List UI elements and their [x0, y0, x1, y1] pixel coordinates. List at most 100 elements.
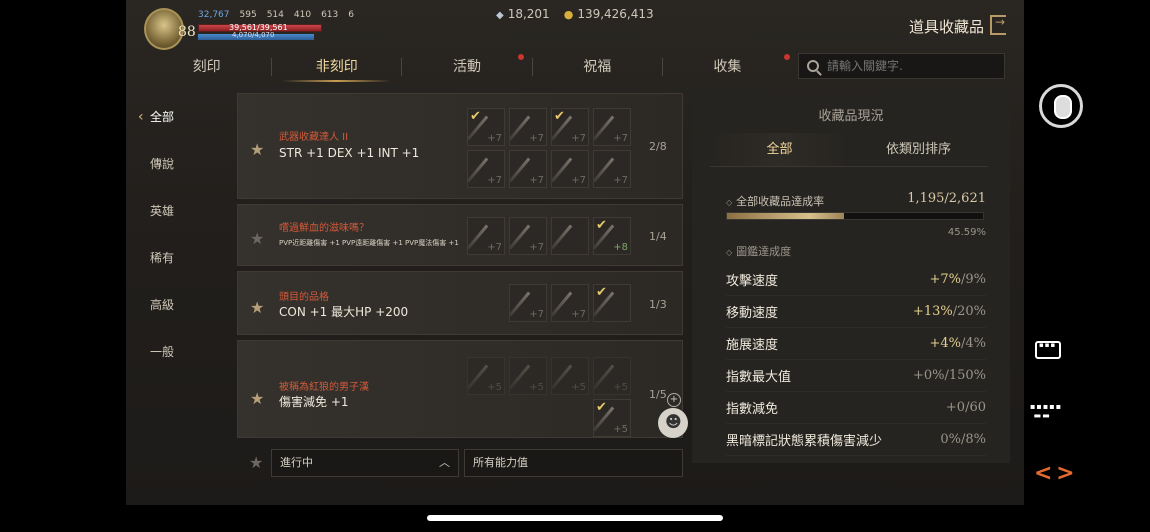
stat-value: +0/60 [945, 400, 986, 415]
collection-count: 2/8 [649, 140, 667, 153]
collection-card[interactable]: ★ 頭目的品格 CON +1 最大HP +200 1/3 +7 +7 ✔ [237, 271, 683, 335]
stat-value: 0%/8% [940, 432, 986, 447]
exit-icon[interactable] [990, 15, 1006, 35]
favorite-filter-star-icon[interactable]: ★ [249, 453, 263, 472]
collection-effect: CON +1 最大HP +200 [279, 305, 409, 319]
mp-bar: 4,070/4,070 [198, 31, 314, 40]
collection-card[interactable]: ★ 嚐過鮮血的滋味嗎？ PVP近距離傷害 +1 PVP遠距離傷害 +1 PVP魔… [237, 204, 683, 266]
collection-card[interactable]: ★ 武器收藏達人 II STR +1 DEX +1 INT +1 2/8 ✔ +7… [237, 93, 683, 199]
stat-value: 6 [348, 10, 354, 20]
gem-count: 18,201 [496, 7, 550, 21]
tab-non-engraved[interactable]: 非刻印 [272, 52, 401, 82]
stat-dropdown[interactable]: 所有能力值 [464, 449, 683, 477]
tab-engraved[interactable]: 刻印 [142, 52, 271, 82]
item-slot[interactable]: +7 [592, 150, 631, 188]
item-slot[interactable]: +7 [508, 150, 547, 188]
tab-collect[interactable]: 收集 [663, 52, 792, 82]
item-slot[interactable]: +7 [508, 284, 547, 322]
character-level: 88 [178, 24, 196, 40]
home-indicator[interactable] [427, 515, 723, 521]
filter-legendary[interactable]: 傳說 [126, 142, 226, 189]
collection-list: ★ 武器收藏達人 II STR +1 DEX +1 INT +1 2/8 ✔ +7… [237, 93, 683, 438]
codex-stat-row: 黑暗標記狀態累積傷害減少 0%/8% [726, 424, 986, 456]
tab-blessing[interactable]: 祝福 [533, 52, 662, 82]
item-slot[interactable]: +7 [466, 150, 505, 188]
page-title: 道具收藏品 [908, 18, 984, 36]
item-slot[interactable]: +7 [508, 217, 547, 255]
codex-stat-row: 指數最大值 +0%/150% [726, 360, 986, 392]
tab-by-category[interactable]: 依類別排序 [849, 133, 988, 166]
collection-name: 頭目的品格 [279, 292, 329, 303]
filter-normal[interactable]: 一般 [126, 330, 226, 377]
item-slot[interactable]: ✔ +7 [466, 108, 505, 146]
search-input[interactable] [827, 59, 987, 73]
collection-count: 1/5 [649, 388, 667, 401]
item-slot[interactable]: +5 [508, 357, 547, 395]
item-slot[interactable]: +5 [550, 357, 589, 395]
item-slot[interactable]: +7 [466, 217, 505, 255]
completion-rate-label: 全部收藏品達成率 [726, 193, 824, 209]
collection-status-panel: 收藏品現況 全部 依類別排序 全部收藏品達成率 1,195/2,621 45.5… [692, 93, 1010, 463]
currency-display: 18,201 139,426,413 [496, 7, 654, 21]
collection-effect: STR +1 DEX +1 INT +1 [279, 146, 420, 160]
item-slot[interactable]: +7 [550, 284, 589, 322]
tab-event[interactable]: 活動 [402, 52, 531, 82]
favorite-star-icon[interactable]: ★ [250, 389, 264, 408]
item-slot[interactable]: ✔ +7 [550, 108, 589, 146]
tab-all[interactable]: 全部 [710, 133, 849, 166]
chat-bubble-icon[interactable] [658, 408, 688, 438]
favorite-star-icon[interactable]: ★ [250, 298, 264, 317]
stat-value: +4%/4% [929, 336, 986, 351]
item-slot[interactable]: +7 [592, 108, 631, 146]
stat-value: 32,767 [198, 10, 230, 20]
panel-tabs: 全部 依類別排序 [710, 133, 988, 167]
collection-effect: PVP近距離傷害 +1 PVP遠距離傷害 +1 PVP魔法傷害 +1 [279, 239, 459, 247]
notification-dot [517, 54, 524, 60]
notification-dot [784, 54, 791, 60]
stat-value: 410 [293, 10, 312, 20]
item-slot[interactable]: +7 [508, 108, 547, 146]
stat-dropdown-value: 所有能力值 [473, 456, 528, 469]
stat-label: 施展速度 [726, 338, 779, 353]
stat-label: 指數最大值 [726, 370, 792, 385]
category-tabs: 刻印 非刻印 活動 祝福 收集 [142, 52, 792, 82]
top-hud: 88 32,767 595 514 410 613 6 39,561/39,56… [126, 0, 1024, 52]
search-box[interactable] [798, 53, 1005, 79]
filter-rare[interactable]: 稀有 [126, 236, 226, 283]
keyboard-icon[interactable] [1035, 341, 1061, 359]
filter-all[interactable]: 全部 [126, 95, 226, 142]
item-slot[interactable]: +5 [466, 357, 505, 395]
codex-stat-row: 指數減免 +0/60 [726, 392, 986, 424]
item-slot[interactable]: ✔ [592, 284, 631, 322]
favorite-star-icon[interactable]: ★ [250, 229, 264, 248]
completion-rate-value: 1,195/2,621 [907, 191, 986, 206]
collection-name: 嚐過鮮血的滋味嗎？ [279, 223, 369, 234]
codex-stat-row: 攻擊速度 +7%/9% [726, 264, 986, 296]
collection-card[interactable]: ★ 被稱為紅狼的男子漢 傷害減免 +1 1/5 +5 +5 +5 +5 ✔ +5 [237, 340, 683, 438]
coin-count: 139,426,413 [564, 7, 653, 21]
favorite-star-icon[interactable]: ★ [250, 140, 264, 159]
stat-label: 移動速度 [726, 306, 779, 321]
stat-label: 攻擊速度 [726, 274, 779, 289]
filter-advanced[interactable]: 高級 [126, 283, 226, 330]
zoom-plus-icon[interactable]: + [667, 393, 681, 407]
character-stats: 32,767 595 514 410 613 6 [198, 10, 354, 20]
panel-title: 收藏品現況 [818, 109, 884, 124]
codex-stat-list: 攻擊速度 +7%/9% 移動速度 +13%/20% 施展速度 +4%/4% 指數最大值 +0%… [726, 264, 986, 456]
item-slot[interactable]: +7 [550, 150, 589, 188]
codex-section-label: 圖鑑達成度 [726, 243, 791, 259]
item-slot[interactable]: ✔ +8 [592, 217, 631, 255]
stat-label: 黑暗標記狀態累積傷害減少 [726, 434, 883, 449]
filter-hero[interactable]: 英雄 [126, 189, 226, 236]
keypad-icon[interactable]: ▪▪▪▪▪ ▬▬ [1030, 402, 1066, 420]
code-brackets-icon[interactable]: < > [1034, 461, 1075, 486]
item-slot[interactable] [550, 217, 589, 255]
codex-stat-row: 施展速度 +4%/4% [726, 328, 986, 360]
item-slot[interactable]: ✔ +5 [592, 399, 631, 437]
item-slot[interactable]: +5 [592, 357, 631, 395]
search-icon [807, 60, 819, 72]
status-dropdown[interactable]: 進行中 ︿ [271, 449, 459, 477]
collection-name: 武器收藏達人 II [279, 132, 349, 143]
mouse-mode-icon[interactable] [1039, 84, 1083, 128]
completion-progress-bar [726, 212, 984, 220]
